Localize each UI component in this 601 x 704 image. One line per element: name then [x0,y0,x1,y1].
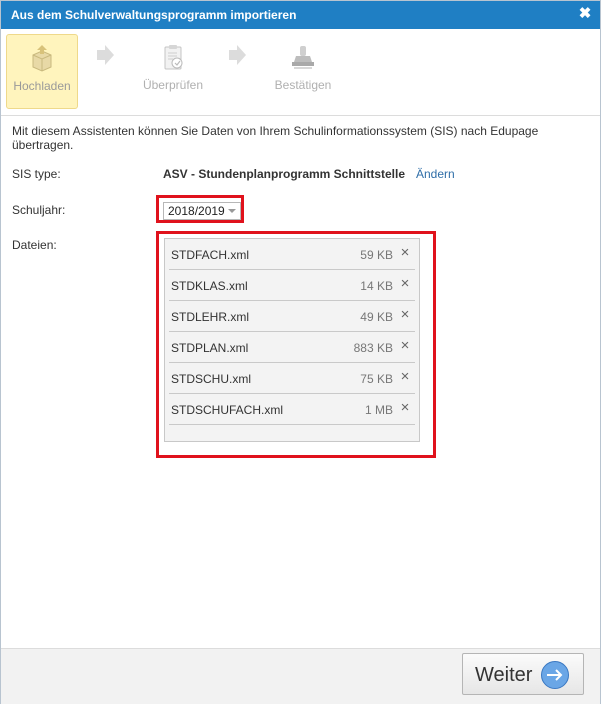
close-icon[interactable]: ✖ [578,6,592,22]
dialog-title: Aus dem Schulverwaltungsprogramm importi… [11,8,297,22]
next-button[interactable]: Weiter [462,653,584,695]
file-row: STDSCHUFACH.xml 1 MB × [169,394,415,425]
remove-file-icon[interactable]: × [399,245,411,261]
step-label: Überprüfen [142,78,204,92]
school-year-label: Schuljahr: [12,203,66,217]
dialog-titlebar: Aus dem Schulverwaltungsprogramm importi… [1,1,600,29]
chevron-down-icon [228,209,236,213]
file-name: STDKLAS.xml [171,279,248,293]
file-name: STDFACH.xml [171,248,249,262]
file-list: STDFACH.xml 59 KB × STDKLAS.xml 14 KB × … [164,238,420,442]
dialog-content: Mit diesem Assistenten können Sie Daten … [1,116,600,648]
file-row: STDSCHU.xml 75 KB × [169,363,415,394]
file-row: STDPLAN.xml 883 KB × [169,332,415,363]
arrow-right-icon [97,45,114,65]
step-label: Bestätigen [274,78,332,92]
next-button-label: Weiter [475,664,533,686]
step-upload[interactable]: Hochladen [6,34,78,109]
wizard-steps: Hochladen Überprüfen Bestätigen [1,29,600,116]
remove-file-icon[interactable]: × [399,369,411,385]
file-size: 1 MB [364,403,393,417]
dialog-footer: Weiter [1,648,600,704]
file-size: 14 KB [360,279,393,293]
file-row: STDLEHR.xml 49 KB × [169,301,415,332]
clipboard-check-icon [164,45,183,70]
files-label: Dateien: [12,238,57,252]
import-dialog: Aus dem Schulverwaltungsprogramm importi… [0,0,601,704]
remove-file-icon[interactable]: × [399,338,411,354]
file-name: STDSCHUFACH.xml [171,403,284,417]
file-size: 59 KB [360,248,393,262]
stamp-icon [292,46,314,69]
sis-type-value: ASV - Stundenplanprogramm Schnittstelle [163,167,406,181]
file-size: 75 KB [360,372,393,386]
intro-text: Mit diesem Assistenten können Sie Daten … [12,124,539,152]
file-row: STDKLAS.xml 14 KB × [169,270,415,301]
file-name: STDSCHU.xml [171,372,251,386]
school-year-value: 2018/2019 [168,204,225,218]
arrow-right-icon [229,45,246,65]
file-row: STDFACH.xml 59 KB × [169,239,415,270]
school-year-select[interactable]: 2018/2019 [163,202,241,220]
step-label: Hochladen [13,79,71,93]
upload-box-icon [32,45,52,72]
change-sis-link[interactable]: Ändern [416,167,455,181]
remove-file-icon[interactable]: × [399,400,411,416]
file-size: 49 KB [360,310,393,324]
arrow-right-circle-icon [541,661,569,689]
file-name: STDPLAN.xml [171,341,249,355]
remove-file-icon[interactable]: × [399,276,411,292]
file-size: 883 KB [353,341,393,355]
sis-type-label: SIS type: [12,167,61,181]
step-review[interactable]: Überprüfen [138,34,208,107]
step-confirm[interactable]: Bestätigen [268,34,338,107]
remove-file-icon[interactable]: × [399,307,411,323]
file-name: STDLEHR.xml [171,310,250,324]
